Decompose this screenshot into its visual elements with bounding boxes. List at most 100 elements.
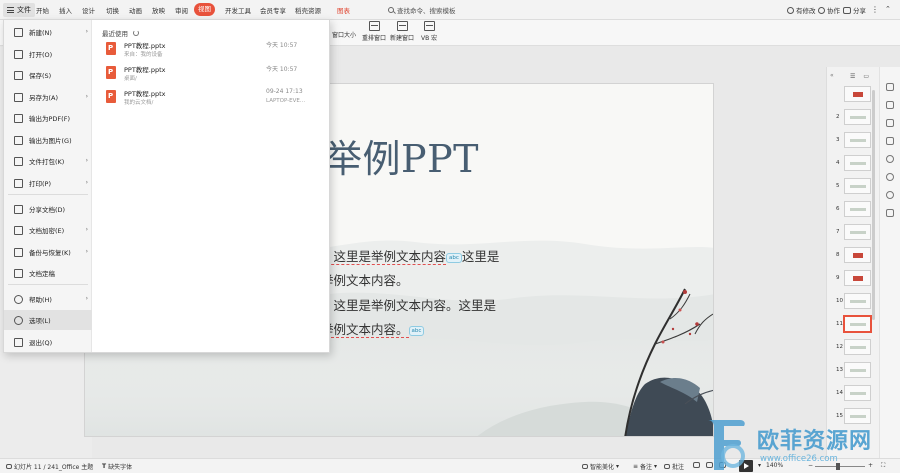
normal-view-icon[interactable] (693, 462, 700, 468)
grid-view-icon[interactable]: ▭ (863, 73, 869, 80)
brush-icon[interactable] (886, 83, 894, 91)
vba-macro-button[interactable]: VB 宏 (421, 21, 437, 42)
file-menu-item[interactable]: 保存(S) (4, 65, 92, 85)
slide-thumbnail[interactable] (844, 247, 871, 263)
slide-thumbnail[interactable] (844, 224, 871, 240)
location-icon[interactable] (886, 191, 894, 199)
collaborate-button[interactable]: 协作 (818, 5, 840, 15)
file-menu-button[interactable]: 文件 (3, 3, 35, 17)
recent-file-item[interactable]: PPT教程.pptx 我的云文档/09-24 17:13 LAPTOP-EVE... (102, 88, 330, 110)
zoom-out-icon[interactable]: − (808, 462, 813, 469)
slide-thumbnail[interactable] (844, 408, 871, 424)
tab-member[interactable]: 会员专享 (260, 5, 286, 15)
missing-font-button[interactable]: T 缺失字体 (102, 462, 132, 471)
new-window-button[interactable]: 新建窗口 (390, 21, 414, 42)
time-icon[interactable] (886, 173, 894, 181)
file-menu-item[interactable]: 分享文档(D) (4, 199, 92, 219)
file-menu-item[interactable]: 打开(O) (4, 44, 92, 64)
slide-text-line-4[interactable]: 举例文本内容。 abc (321, 319, 425, 338)
comments-label: 批注 (672, 464, 685, 471)
file-menu-item[interactable]: 文档定稿 (4, 263, 92, 283)
slide-thumbnail[interactable] (844, 86, 871, 102)
resize-icon[interactable] (886, 209, 894, 217)
reading-view-icon[interactable] (719, 462, 726, 468)
zoom-slider-handle[interactable] (836, 463, 840, 470)
slide-thumbnail[interactable] (844, 339, 871, 355)
zoom-in-icon[interactable]: + (868, 462, 873, 469)
more-options-icon[interactable]: ⋮ (871, 5, 879, 14)
file-menu-item[interactable]: 打印(P) › (4, 173, 92, 193)
slide-thumbnail[interactable] (844, 178, 871, 194)
play-options-chevron-icon[interactable]: ▾ (758, 462, 761, 469)
file-menu-item-label: 输出为图片(G) (29, 137, 72, 145)
slide-thumbnail[interactable] (844, 362, 871, 378)
sorter-view-icon[interactable] (706, 462, 713, 468)
window-size-label[interactable]: 窗口大小 (332, 30, 356, 39)
thumbnail-view-toggle[interactable]: ☰ ▭ (826, 70, 879, 82)
file-menu-item[interactable]: 新建(N) › (4, 22, 92, 42)
thumbnail-number: 7 (836, 229, 840, 235)
tab-view[interactable]: 视图 (194, 3, 215, 16)
file-menu-item[interactable]: 文档加密(E) › (4, 220, 92, 240)
slide-text-line-2[interactable]: 举例文本内容。 (321, 270, 409, 289)
notes-button[interactable]: ≡ 备注 ▾ (633, 462, 657, 471)
slide-thumbnail[interactable] (844, 132, 871, 148)
help-circle-icon[interactable] (886, 155, 894, 163)
tab-docer[interactable]: 稻壳资源 (295, 5, 321, 15)
slide-thumbnail[interactable] (844, 201, 871, 217)
fit-window-icon[interactable]: ⛶ (881, 462, 885, 470)
arrange-window-button[interactable]: 重排窗口 (362, 21, 386, 42)
slide-thumbnail[interactable] (844, 155, 871, 171)
thumbnail-content (850, 116, 866, 119)
comments-button[interactable]: 批注 (664, 462, 684, 471)
unsaved-indicator[interactable]: 有修改 (787, 5, 816, 15)
file-menu-item[interactable]: 帮助(H) › (4, 289, 92, 309)
tab-slideshow[interactable]: 放映 (152, 5, 165, 15)
view-switcher[interactable] (693, 462, 726, 468)
slide-text-line-3[interactable]: ，这里是举例文本内容。这里是 (321, 295, 496, 314)
tab-transitions[interactable]: 切换 (106, 5, 119, 15)
adjust-icon[interactable] (886, 101, 894, 109)
slide-thumbnail[interactable] (844, 270, 871, 286)
slide-thumbnail[interactable] (844, 109, 871, 125)
list-view-icon[interactable]: ☰ (850, 73, 855, 80)
refresh-icon[interactable] (133, 30, 139, 36)
slide-thumbnail[interactable] (844, 385, 871, 401)
file-menu-item[interactable]: 选项(L) (4, 310, 92, 330)
tab-insert[interactable]: 插入 (59, 5, 72, 15)
command-search[interactable]: 查找命令、搜索模板 (388, 5, 456, 15)
file-menu-item[interactable]: 输出为图片(G) (4, 130, 92, 150)
tab-review[interactable]: 审阅 (175, 5, 188, 15)
file-menu-item-label: 分享文档(D) (29, 206, 66, 214)
tab-animations[interactable]: 动画 (129, 5, 142, 15)
slide-title[interactable]: 举例PPT (324, 128, 479, 183)
settings-icon[interactable] (886, 137, 894, 145)
recent-file-item[interactable]: PPT教程.pptx 桌面/今天 10:57 (102, 64, 330, 86)
zoom-slider[interactable] (815, 466, 865, 467)
play-slideshow-icon[interactable] (739, 460, 753, 472)
zoom-level[interactable]: 140% (766, 462, 783, 469)
slide-text-line-1[interactable]: ，这里是举例文本内容 abc 这里是 (321, 246, 499, 265)
spellcheck-badge[interactable]: abc (408, 326, 425, 336)
file-menu-item[interactable]: 文件打包(K) › (4, 151, 92, 171)
slide-counter[interactable]: 幻灯片 11 / 24 (6, 462, 55, 471)
tab-design[interactable]: 设计 (82, 5, 95, 15)
slide-thumbnail[interactable] (844, 293, 871, 309)
search-placeholder: 查找命令、搜索模板 (397, 7, 456, 15)
thumbnail-scrollbar[interactable] (872, 90, 875, 320)
tab-home[interactable]: 开始 (36, 5, 49, 15)
file-menu-item[interactable]: 另存为(A) › (4, 87, 92, 107)
share-button[interactable]: 分享 (843, 5, 866, 15)
collapse-ribbon-icon[interactable]: ⌃ (885, 5, 891, 13)
file-menu-item[interactable]: 备份与恢复(K) › (4, 242, 92, 262)
tab-developer[interactable]: 开发工具 (225, 5, 251, 15)
recent-file-item[interactable]: PPT教程.pptx 来自：我的设备 今天 10:57 (102, 40, 330, 62)
smart-beautify-button[interactable]: 智能美化 ▾ (582, 462, 619, 471)
tab-chart[interactable]: 图表 (337, 5, 350, 15)
file-menu-item[interactable]: 输出为PDF(F) (4, 108, 92, 128)
file-menu-item[interactable]: 退出(Q) (4, 332, 92, 352)
encrypt-icon (14, 225, 23, 235)
slide-thumbnail[interactable] (843, 315, 872, 333)
spellcheck-badge[interactable]: abc (446, 253, 462, 263)
animation-icon[interactable] (886, 119, 894, 127)
